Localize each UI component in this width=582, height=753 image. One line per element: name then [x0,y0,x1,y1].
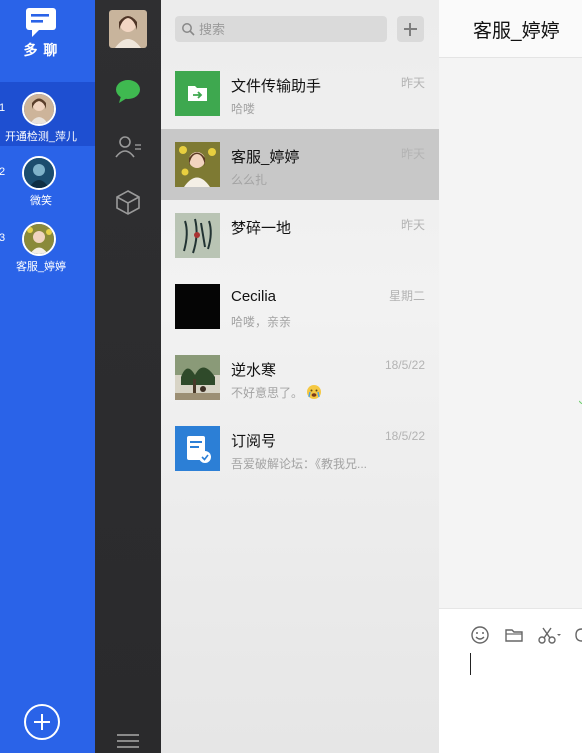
search-icon [182,23,195,36]
chat-avatar [175,213,220,258]
chat-name: 订阅号 [231,433,277,450]
chat-name: Cecilia [231,288,277,305]
chat-time: 昨天 [400,147,425,161]
chat-preview: 么么扎 [231,173,268,187]
search-input[interactable] [199,19,379,39]
account-index: 2 [0,166,6,178]
account-index: 3 [0,232,6,244]
folder-icon[interactable] [504,625,524,645]
text-caret[interactable] [470,653,471,675]
my-avatar[interactable] [109,10,147,48]
subscription-icon [175,426,220,471]
brand: 多 聊 [0,0,95,80]
chat-preview: 不好意思了。 [231,384,421,401]
chat-item[interactable]: 客服_婷婷 昨天 么么扎 [161,129,439,200]
chat-header: 客服_婷婷 [439,0,582,58]
chat-item[interactable]: 订阅号 18/5/22 吾爱破解论坛：《教我兄... [161,413,439,484]
chat-name: 文件传输助手 [231,78,322,95]
chat-name: 逆水寒 [231,362,277,379]
search-box[interactable] [175,16,387,42]
crying-emoji-icon [307,385,322,399]
chat-name: 客服_婷婷 [231,149,300,166]
account-name: 开通检测_萍儿 [4,131,78,143]
chat-time: 18/5/22 [384,429,425,443]
chat-title: 客服_婷婷 [473,21,560,42]
message-composer[interactable] [439,608,582,753]
account-avatar [22,222,56,256]
chat-time: 昨天 [400,76,425,90]
scissors-icon[interactable] [537,625,563,645]
chat-history-icon[interactable] [575,625,582,645]
account-index: 1 [0,102,6,114]
nav-bar [95,0,161,753]
chat-avatar [175,355,220,400]
account-panel: 多 聊 1 开通检测_萍儿 2 微笑 3 客服_婷婷 [0,0,95,753]
account-item[interactable]: 3 客服_婷婷 [0,212,95,276]
add-account-button[interactable] [24,704,60,740]
file-transfer-icon [175,71,220,116]
chat-preview: 哈喽 [231,102,256,116]
chat-preview: 哈喽，亲亲 [231,315,292,329]
account-name: 微笑 [30,195,52,207]
chat-avatar [175,142,220,187]
chat-name: 梦碎一地 [231,220,292,237]
message-area [439,58,582,608]
cube-icon[interactable] [114,188,142,216]
chat-bubble-icon[interactable] [114,77,142,105]
account-avatar [22,92,56,126]
chat-item[interactable]: Cecilia 星期二 哈喽，亲亲 [161,271,439,342]
contacts-icon[interactable] [114,133,142,161]
account-item[interactable]: 2 微笑 [0,146,95,210]
chat-item[interactable]: 梦碎一地 昨天 [161,200,439,271]
chat-time: 星期二 [388,289,425,303]
menu-icon[interactable] [117,734,139,748]
account-item[interactable]: 1 开通检测_萍儿 [0,82,95,146]
account-avatar [22,156,56,190]
app-name: 多 聊 [23,42,59,58]
emoji-icon[interactable] [470,625,490,645]
chat-time: 昨天 [400,218,425,232]
chat-list: 文件传输助手 昨天 哈喽 客服_婷婷 昨天 么么扎 梦碎一地 昨天 Cecili… [161,0,439,753]
chat-avatar [175,284,220,329]
add-chat-button[interactable] [397,16,424,42]
account-name: 客服_婷婷 [15,261,67,273]
chat-window: 客服_婷婷 [439,0,582,753]
chat-time: 18/5/22 [384,358,425,372]
chat-item[interactable]: 逆水寒 18/5/22 不好意思了。 [161,342,439,413]
chat-preview: 吾爱破解论坛：《教我兄... [231,457,368,471]
app-logo-icon [26,8,56,37]
chat-item[interactable]: 文件传输助手 昨天 哈喽 [161,58,439,129]
